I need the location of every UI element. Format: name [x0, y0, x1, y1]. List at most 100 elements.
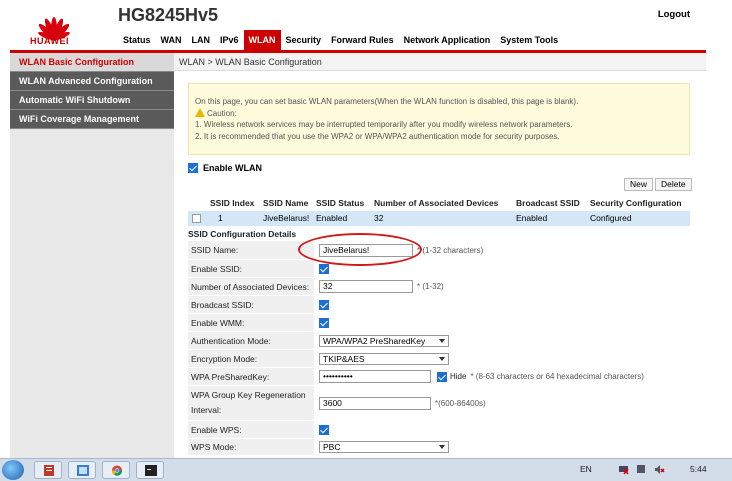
- regen-hint: *(600-86400s): [435, 398, 486, 408]
- col-ssid-name: SSID Name: [263, 198, 309, 208]
- device-model: HG8245Hv5: [118, 5, 219, 25]
- language-indicator[interactable]: EN: [580, 464, 592, 474]
- encryption-row: Encryption Mode: TKIP&AES: [188, 350, 690, 368]
- regen-input[interactable]: 3600: [319, 396, 431, 410]
- table-header-row: SSID Index SSID Name SSID Status Number …: [188, 196, 690, 211]
- broadcast-ssid-row: Broadcast SSID:: [188, 296, 690, 314]
- breadcrumb: WLAN > WLAN Basic Configuration: [174, 53, 706, 71]
- ssid-name-label: SSID Name:: [188, 241, 314, 259]
- col-ssid-status: SSID Status: [316, 198, 365, 208]
- col-broadcast-ssid: Broadcast SSID: [516, 198, 580, 208]
- enable-wlan-row: Enable WLAN: [188, 163, 262, 173]
- new-button[interactable]: New: [624, 178, 654, 191]
- volume-muted-icon[interactable]: [654, 464, 665, 475]
- ssid-config-form: SSID Name: JiveBelarus! * (1-32 characte…: [188, 241, 690, 456]
- regen-row: WPA Group Key Regeneration Interval: 360…: [188, 386, 690, 421]
- warning-icon: [195, 107, 205, 117]
- cell-ssid-name: JiveBelarus!: [263, 213, 310, 223]
- nav-lan[interactable]: LAN: [187, 30, 216, 50]
- enable-wmm-row: Enable WMM:: [188, 314, 690, 332]
- document-icon: [44, 465, 54, 476]
- psk-input[interactable]: ••••••••••: [319, 370, 431, 383]
- assoc-devices-hint: * (1-32): [417, 282, 444, 291]
- enable-wlan-checkbox[interactable]: [188, 163, 198, 173]
- cell-ssid-status: Enabled: [316, 213, 348, 223]
- highlight-oval: [298, 233, 422, 266]
- nav-wan[interactable]: WAN: [156, 30, 187, 50]
- page-header: HUAWEI HG8245Hv5 Logout Status WAN LAN I…: [0, 0, 732, 52]
- notice-line-2: 1. Wireless network services may be inte…: [195, 120, 573, 129]
- flag-icon[interactable]: [636, 464, 647, 475]
- wps-mode-row: WPS Mode: PBC: [188, 439, 690, 456]
- terminal-icon: [145, 465, 157, 476]
- nav-forward-rules[interactable]: Forward Rules: [326, 30, 399, 50]
- logout-link[interactable]: Logout: [658, 9, 690, 20]
- clock: 5:44: [690, 464, 707, 474]
- enable-ssid-label: Enable SSID:: [188, 260, 314, 277]
- sidebar-item-wlan-basic[interactable]: WLAN Basic Configuration: [10, 53, 174, 72]
- col-ssid-index: SSID Index: [210, 198, 255, 208]
- assoc-devices-input[interactable]: 32: [319, 280, 413, 293]
- hide-label: Hide: [450, 372, 467, 381]
- cell-security-config: Configured: [590, 213, 632, 223]
- psk-row: WPA PreSharedKey: •••••••••• Hide * (8-6…: [188, 368, 690, 386]
- sidebar: WLAN Basic Configuration WLAN Advanced C…: [10, 53, 174, 458]
- taskbar-app-1[interactable]: [34, 461, 62, 479]
- brand-name: HUAWEI: [30, 36, 69, 46]
- notice-line-3: 2. It is recommended that you use the WP…: [195, 131, 560, 141]
- info-notice: On this page, you can set basic WLAN par…: [188, 83, 690, 155]
- caution-label: Caution:: [207, 108, 237, 118]
- table-row[interactable]: 1 JiveBelarus! Enabled 32 Enabled Config…: [188, 211, 690, 226]
- auth-mode-label: Authentication Mode:: [188, 332, 314, 349]
- nav-system-tools[interactable]: System Tools: [495, 30, 563, 50]
- sidebar-item-wlan-advanced[interactable]: WLAN Advanced Configuration: [10, 72, 174, 91]
- regen-label: WPA Group Key Regeneration Interval:: [188, 386, 314, 420]
- enable-wps-row: Enable WPS:: [188, 421, 690, 439]
- sidebar-item-wifi-coverage[interactable]: WiFi Coverage Management: [10, 110, 174, 129]
- nav-wlan[interactable]: WLAN: [243, 30, 281, 50]
- hide-checkbox[interactable]: [437, 371, 447, 382]
- taskbar-app-2[interactable]: [68, 461, 96, 479]
- nav-status[interactable]: Status: [118, 30, 156, 50]
- delete-button[interactable]: Delete: [655, 178, 692, 191]
- chrome-icon: [111, 465, 123, 476]
- col-security-config: Security Configuration: [590, 198, 682, 208]
- auth-mode-row: Authentication Mode: WPA/WPA2 PreSharedK…: [188, 332, 690, 350]
- top-nav: Status WAN LAN IPv6 WLAN Security Forwar…: [118, 30, 563, 50]
- notice-line-1: On this page, you can set basic WLAN par…: [195, 97, 579, 106]
- row-select-checkbox[interactable]: [192, 214, 201, 223]
- assoc-devices-label: Number of Associated Devices:: [188, 278, 314, 295]
- ssid-name-hint: * (1-32 characters): [417, 245, 484, 255]
- enable-wmm-checkbox[interactable]: [319, 317, 329, 328]
- wps-mode-label: WPS Mode:: [188, 439, 314, 455]
- taskbar-app-chrome[interactable]: [102, 461, 130, 479]
- nav-network-application[interactable]: Network Application: [399, 30, 496, 50]
- notice-caution: Caution:: [195, 107, 681, 120]
- auth-mode-select[interactable]: WPA/WPA2 PreSharedKey: [319, 334, 449, 347]
- col-assoc-devices: Number of Associated Devices: [374, 198, 499, 208]
- enable-wps-label: Enable WPS:: [188, 421, 314, 438]
- enable-ssid-checkbox[interactable]: [319, 263, 329, 274]
- broadcast-ssid-checkbox[interactable]: [319, 299, 329, 310]
- start-button[interactable]: [2, 460, 24, 480]
- enable-wps-checkbox[interactable]: [319, 424, 329, 435]
- broadcast-ssid-label: Broadcast SSID:: [188, 296, 314, 313]
- wps-mode-select[interactable]: PBC: [319, 441, 449, 453]
- main-content: WLAN > WLAN Basic Configuration On this …: [174, 53, 706, 458]
- cell-ssid-index: 1: [218, 213, 223, 223]
- encryption-select[interactable]: TKIP&AES: [319, 352, 449, 365]
- taskbar-app-terminal[interactable]: [136, 461, 164, 479]
- enable-wmm-label: Enable WMM:: [188, 314, 314, 331]
- section-title: SSID Configuration Details: [188, 229, 297, 239]
- enable-ssid-row: Enable SSID:: [188, 260, 690, 278]
- nav-security[interactable]: Security: [281, 30, 327, 50]
- network-icon[interactable]: [618, 464, 629, 475]
- psk-label: WPA PreSharedKey:: [188, 368, 314, 385]
- assoc-devices-row: Number of Associated Devices: 32 * (1-32…: [188, 278, 690, 296]
- cell-broadcast-ssid: Enabled: [516, 213, 548, 223]
- encryption-label: Encryption Mode:: [188, 350, 314, 367]
- nav-ipv6[interactable]: IPv6: [215, 30, 244, 50]
- ssid-table: SSID Index SSID Name SSID Status Number …: [188, 196, 690, 226]
- image-viewer-icon: [77, 465, 89, 476]
- sidebar-item-wifi-shutdown[interactable]: Automatic WiFi Shutdown: [10, 91, 174, 110]
